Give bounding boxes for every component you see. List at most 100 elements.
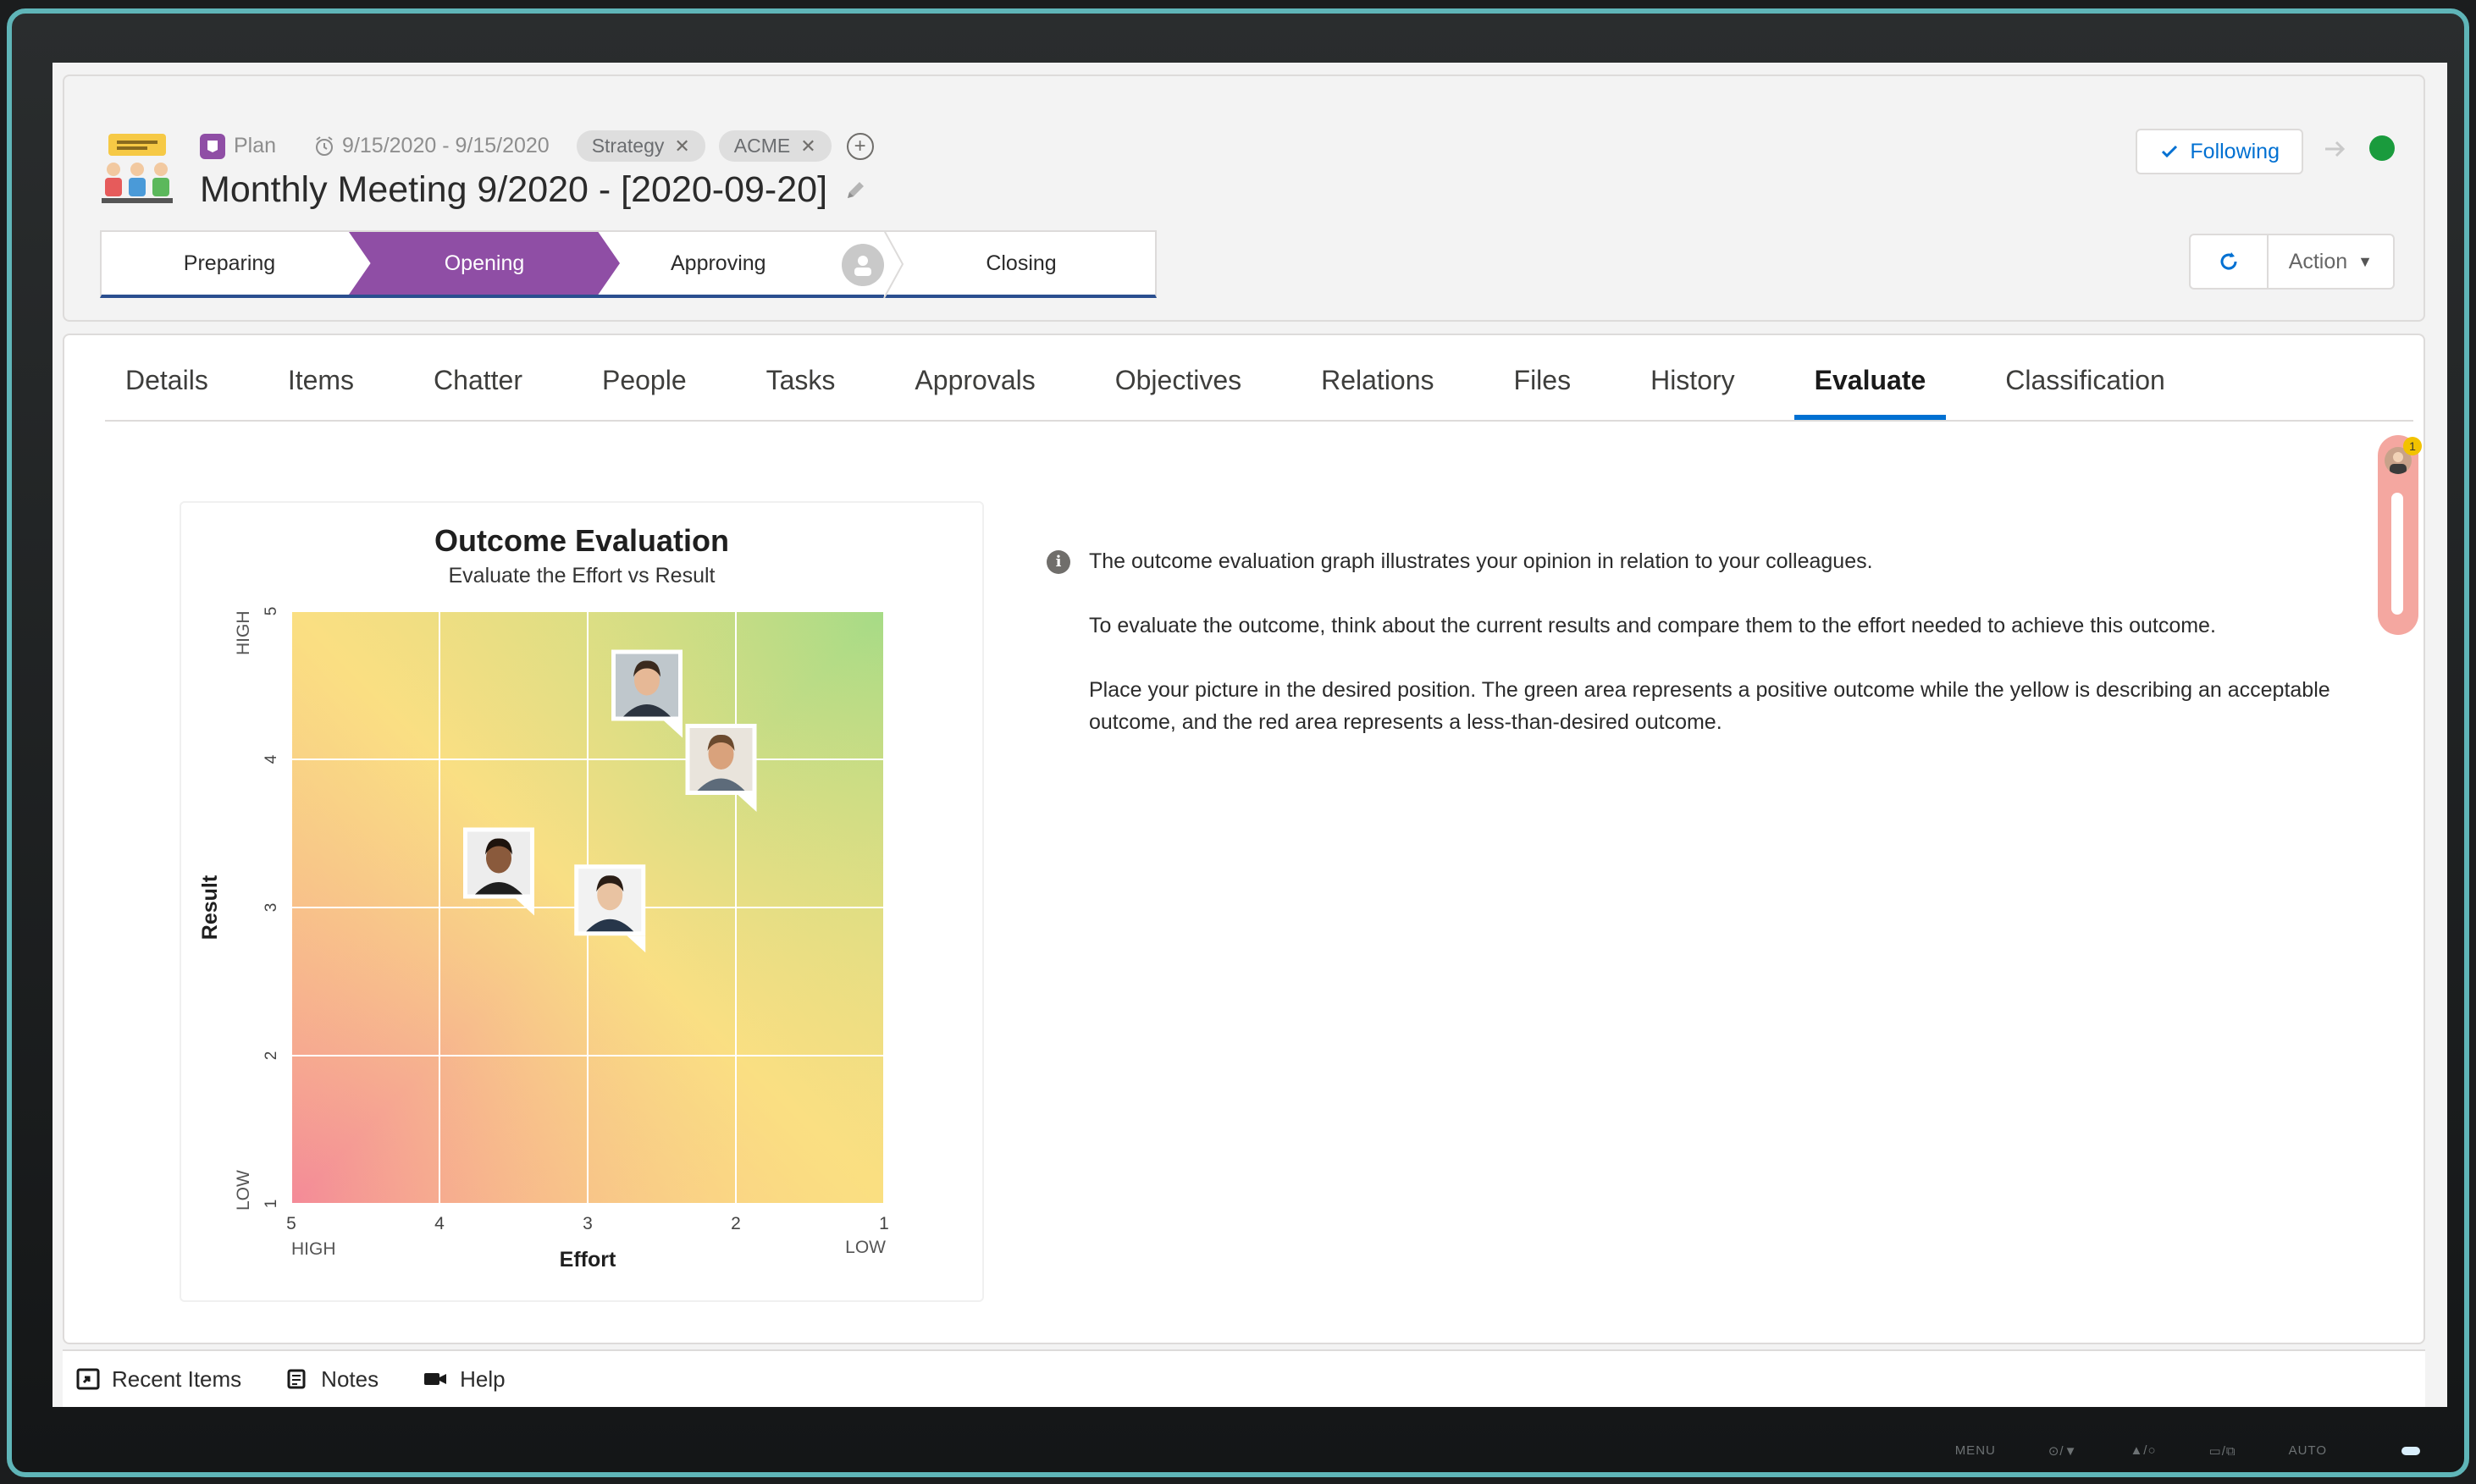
notification-count-badge: 1 bbox=[2403, 437, 2422, 455]
alarm-clock-icon bbox=[316, 135, 334, 156]
remove-tag-icon[interactable]: ✕ bbox=[674, 135, 689, 157]
x-axis-low-label: LOW bbox=[845, 1238, 886, 1257]
path-step-label: Preparing bbox=[183, 251, 276, 275]
caret-down-icon: ▼ bbox=[2357, 252, 2373, 270]
path-step-label: Approving bbox=[671, 251, 766, 275]
monitor-button-menu: MENU bbox=[1954, 1443, 1996, 1458]
path-step-closing[interactable]: Closing bbox=[887, 232, 1155, 295]
y-tick-label: 3 bbox=[263, 903, 280, 913]
utility-label: Notes bbox=[321, 1365, 379, 1392]
record-title-row: Monthly Meeting 9/2020 - [2020-09-20] bbox=[200, 169, 868, 211]
help-button[interactable]: Help bbox=[423, 1365, 506, 1393]
tab-chatter[interactable]: Chatter bbox=[413, 365, 543, 420]
path-step-approving[interactable]: Approving bbox=[620, 230, 904, 298]
page-title: Monthly Meeting 9/2020 - [2020-09-20] bbox=[200, 169, 828, 210]
description-paragraph: To evaluate the outcome, think about the… bbox=[1089, 614, 2216, 637]
tag-label: Strategy bbox=[591, 135, 665, 157]
path-step-label: Closing bbox=[986, 251, 1057, 275]
monitor-controls: MENU ⊙/▼ ▲/○ ▭/⧉ AUTO bbox=[1955, 1443, 2413, 1459]
date-range-text: 9/15/2020 - 9/15/2020 bbox=[342, 134, 550, 157]
y-tick-label: 5 bbox=[263, 607, 280, 616]
recent-items-button[interactable]: Recent Items bbox=[76, 1366, 241, 1393]
description-paragraph: Place your picture in the desired positi… bbox=[1089, 678, 2330, 734]
recent-items-icon bbox=[76, 1368, 100, 1390]
path-step-opening[interactable]: Opening bbox=[349, 232, 620, 295]
checkmark-icon bbox=[2162, 145, 2178, 158]
plan-icon bbox=[200, 133, 225, 159]
utility-label: Help bbox=[460, 1365, 506, 1392]
refresh-button[interactable] bbox=[2191, 235, 2269, 288]
tab-tasks[interactable]: Tasks bbox=[746, 365, 856, 420]
x-tick-label: 3 bbox=[583, 1214, 593, 1233]
monitor-button-pip: ▭/⧉ bbox=[2208, 1444, 2236, 1459]
app-screen: Plan 9/15/2020 - 9/15/2020 Strategy ✕ AC… bbox=[53, 63, 2447, 1407]
refresh-icon bbox=[2220, 252, 2237, 270]
x-axis-ticks: 5 4 3 2 1 bbox=[286, 1214, 889, 1233]
notes-button[interactable]: Notes bbox=[285, 1366, 379, 1393]
tab-divider bbox=[105, 420, 2413, 422]
x-tick-label: 5 bbox=[286, 1214, 296, 1233]
x-tick-label: 1 bbox=[879, 1214, 889, 1233]
utility-bar: Recent Items Notes Help bbox=[63, 1349, 2425, 1407]
record-header: Plan 9/15/2020 - 9/15/2020 Strategy ✕ AC… bbox=[63, 74, 2425, 322]
add-tag-icon[interactable]: + bbox=[846, 132, 874, 160]
x-axis-label: Effort bbox=[560, 1248, 616, 1272]
date-range: 9/15/2020 - 9/15/2020 bbox=[313, 134, 550, 158]
stage-path: Preparing Opening Approving Closing bbox=[100, 230, 1157, 298]
outcome-chart-card: Outcome Evaluation Evaluate the Effort v… bbox=[180, 501, 984, 1302]
y-tick-label: 1 bbox=[263, 1200, 280, 1209]
y-axis-label: Result bbox=[198, 874, 222, 940]
action-menu-button[interactable]: Action ▼ bbox=[2269, 235, 2393, 288]
tag-label: ACME bbox=[733, 135, 791, 157]
notes-icon bbox=[287, 1369, 306, 1389]
y-tick-label: 4 bbox=[263, 754, 280, 764]
tab-relations[interactable]: Relations bbox=[1301, 365, 1454, 420]
following-button[interactable]: Following bbox=[2136, 129, 2303, 174]
header-button-group: Action ▼ bbox=[2188, 234, 2395, 290]
path-step-preparing[interactable]: Preparing bbox=[102, 232, 357, 295]
record-meta: Plan 9/15/2020 - 9/15/2020 Strategy ✕ AC… bbox=[200, 130, 874, 162]
utility-label: Recent Items bbox=[112, 1365, 242, 1392]
monitor-button-input: ⊙/▼ bbox=[2048, 1444, 2078, 1459]
tab-approvals[interactable]: Approvals bbox=[894, 365, 1055, 420]
y-axis-low-label: LOW bbox=[234, 1170, 253, 1211]
video-camera-icon bbox=[424, 1373, 447, 1385]
description-paragraph: The outcome evaluation graph illustrates… bbox=[1089, 549, 1873, 573]
status-indicator bbox=[2369, 135, 2395, 161]
tab-objectives[interactable]: Objectives bbox=[1095, 365, 1262, 420]
tab-people[interactable]: People bbox=[582, 365, 707, 420]
x-tick-label: 2 bbox=[731, 1214, 741, 1233]
tab-evaluate[interactable]: Evaluate bbox=[1793, 365, 1947, 420]
power-led bbox=[2401, 1447, 2420, 1455]
tab-classification[interactable]: Classification bbox=[1985, 365, 2186, 420]
path-step-label: Opening bbox=[444, 251, 525, 275]
y-axis-high-label: HIGH bbox=[234, 611, 253, 656]
scroll-track[interactable] bbox=[2391, 493, 2403, 615]
object-type-label: Plan bbox=[234, 134, 277, 157]
following-label: Following bbox=[2190, 139, 2280, 163]
tag-strategy: Strategy ✕ bbox=[576, 130, 705, 162]
utility-scroll-widget[interactable]: 1 bbox=[2378, 435, 2422, 635]
outcome-evaluation-chart: 54321 12345 Effort HIGH LOW Result HIGH … bbox=[198, 607, 889, 1272]
tabset-card: Details Items Chatter People Tasks Appro… bbox=[63, 334, 2425, 1344]
x-tick-label: 4 bbox=[434, 1214, 445, 1233]
tab-bar: Details Items Chatter People Tasks Appro… bbox=[105, 335, 2225, 420]
remove-tag-icon[interactable]: ✕ bbox=[800, 135, 815, 157]
arrow-right-icon[interactable] bbox=[2324, 139, 2349, 159]
tab-history[interactable]: History bbox=[1630, 365, 1755, 420]
edit-pencil-icon[interactable] bbox=[843, 178, 868, 203]
info-icon: i bbox=[1047, 550, 1070, 574]
action-label: Action bbox=[2288, 249, 2348, 273]
tab-items[interactable]: Items bbox=[268, 365, 374, 420]
tag-acme: ACME ✕ bbox=[718, 130, 832, 162]
meeting-people-icon bbox=[102, 134, 173, 203]
x-axis-high-label: HIGH bbox=[291, 1239, 336, 1259]
approver-avatar-icon bbox=[842, 244, 884, 286]
evaluation-description: i The outcome evaluation graph illustrat… bbox=[1047, 545, 2369, 770]
monitor-button-brightness: ▲/○ bbox=[2130, 1443, 2157, 1458]
tab-details[interactable]: Details bbox=[105, 365, 229, 420]
y-tick-label: 2 bbox=[263, 1051, 280, 1061]
y-axis-ticks: 1 2 3 4 5 bbox=[263, 607, 280, 1209]
tab-files[interactable]: Files bbox=[1494, 365, 1592, 420]
monitor-button-auto: AUTO bbox=[2288, 1443, 2327, 1458]
